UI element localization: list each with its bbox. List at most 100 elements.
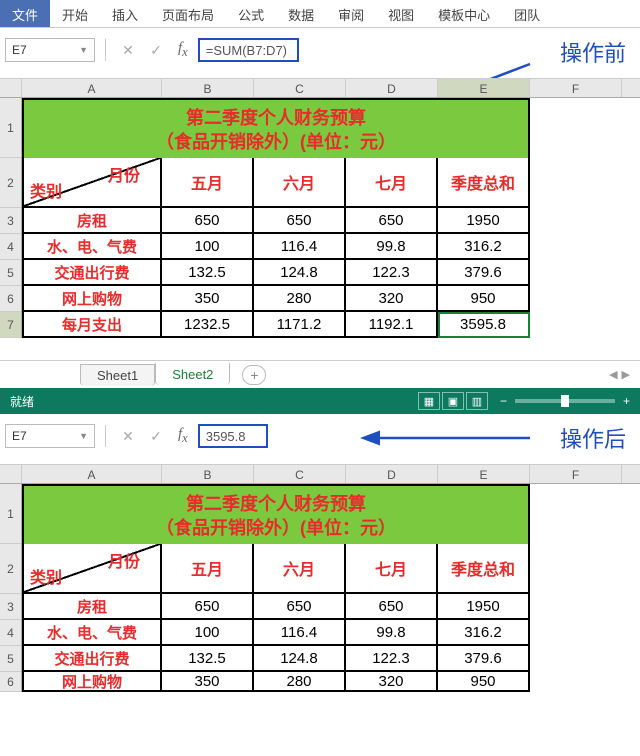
title-cell[interactable]: 第二季度个人财务预算 （食品开销除外）(单位：元） <box>22 98 530 158</box>
add-sheet-button[interactable]: + <box>242 365 266 385</box>
cell[interactable]: 320 <box>346 286 438 312</box>
col-header-d[interactable]: D <box>346 79 438 97</box>
row-header-6[interactable]: 6 <box>0 672 21 692</box>
cell[interactable]: 3595.8 <box>438 312 530 338</box>
fx-icon[interactable]: fx <box>172 426 194 446</box>
hdr-jun[interactable]: 六月 <box>254 158 346 208</box>
cell[interactable]: 379.6 <box>438 646 530 672</box>
tab-nav-next-icon[interactable]: ▶ <box>622 368 630 381</box>
row-label[interactable]: 房租 <box>22 208 162 234</box>
col-header-e[interactable]: E <box>438 79 530 97</box>
select-all-cell[interactable] <box>0 465 22 483</box>
zoom-slider[interactable] <box>515 399 615 403</box>
name-box[interactable]: E7 ▼ <box>5 38 95 62</box>
ribbon-tab-view[interactable]: 视图 <box>376 0 426 27</box>
chevron-down-icon[interactable]: ▼ <box>79 45 88 55</box>
cell[interactable]: 1171.2 <box>254 312 346 338</box>
hdr-may[interactable]: 五月 <box>162 544 254 594</box>
title-cell[interactable]: 第二季度个人财务预算 （食品开销除外）(单位：元） <box>22 484 530 544</box>
cell[interactable]: 124.8 <box>254 646 346 672</box>
cell[interactable]: 1192.1 <box>346 312 438 338</box>
cell[interactable]: 124.8 <box>254 260 346 286</box>
ribbon-tab-pagelayout[interactable]: 页面布局 <box>150 0 226 27</box>
col-header-d[interactable]: D <box>346 465 438 483</box>
row-label[interactable]: 每月支出 <box>22 312 162 338</box>
cancel-icon[interactable]: ✕ <box>116 39 140 61</box>
row-header-5[interactable]: 5 <box>0 646 21 672</box>
cell[interactable]: 122.3 <box>346 260 438 286</box>
chevron-down-icon[interactable]: ▼ <box>79 431 88 441</box>
row-header-5[interactable]: 5 <box>0 260 21 286</box>
view-break-icon[interactable]: ▥ <box>466 392 488 410</box>
row-label[interactable]: 交通出行费 <box>22 260 162 286</box>
select-all-cell[interactable] <box>0 79 22 97</box>
fx-icon[interactable]: fx <box>172 40 194 60</box>
row-label[interactable]: 水、电、气费 <box>22 620 162 646</box>
cell[interactable]: 379.6 <box>438 260 530 286</box>
col-header-c[interactable]: C <box>254 79 346 97</box>
cell[interactable]: 316.2 <box>438 620 530 646</box>
zoom-in-button[interactable]: + <box>623 394 630 408</box>
cell[interactable]: 650 <box>162 594 254 620</box>
ribbon-tab-formulas[interactable]: 公式 <box>226 0 276 27</box>
sheet-tab-2[interactable]: Sheet2 <box>155 362 230 385</box>
cell[interactable]: 316.2 <box>438 234 530 260</box>
cell[interactable]: 650 <box>162 208 254 234</box>
col-header-f[interactable]: F <box>530 465 622 483</box>
cell[interactable]: 132.5 <box>162 646 254 672</box>
zoom-out-button[interactable]: − <box>500 394 507 408</box>
cell[interactable]: 280 <box>254 286 346 312</box>
cell[interactable]: 350 <box>162 672 254 692</box>
cell[interactable]: 650 <box>346 208 438 234</box>
cell[interactable]: 100 <box>162 620 254 646</box>
cell[interactable]: 950 <box>438 672 530 692</box>
ribbon-tab-file[interactable]: 文件 <box>0 0 50 27</box>
row-header-6[interactable]: 6 <box>0 286 21 312</box>
cell[interactable]: 1950 <box>438 594 530 620</box>
hdr-total[interactable]: 季度总和 <box>438 544 530 594</box>
ribbon-tab-data[interactable]: 数据 <box>276 0 326 27</box>
hdr-jun[interactable]: 六月 <box>254 544 346 594</box>
row-header-4[interactable]: 4 <box>0 620 21 646</box>
cell[interactable]: 99.8 <box>346 234 438 260</box>
cell[interactable]: 132.5 <box>162 260 254 286</box>
hdr-may[interactable]: 五月 <box>162 158 254 208</box>
cell[interactable]: 100 <box>162 234 254 260</box>
row-header-3[interactable]: 3 <box>0 208 21 234</box>
row-header-7[interactable]: 7 <box>0 312 21 338</box>
cell[interactable]: 116.4 <box>254 234 346 260</box>
cell[interactable]: 99.8 <box>346 620 438 646</box>
cancel-icon[interactable]: ✕ <box>116 425 140 447</box>
ribbon-tab-review[interactable]: 审阅 <box>326 0 376 27</box>
cell[interactable]: 320 <box>346 672 438 692</box>
row-header-1[interactable]: 1 <box>0 484 21 544</box>
cell[interactable]: 1950 <box>438 208 530 234</box>
cells-area[interactable]: 第二季度个人财务预算 （食品开销除外）(单位：元） 月份 类别 五月 六月 七月… <box>22 98 640 338</box>
cell[interactable]: 122.3 <box>346 646 438 672</box>
name-box[interactable]: E7 ▼ <box>5 424 95 448</box>
col-header-b[interactable]: B <box>162 465 254 483</box>
cell[interactable]: 650 <box>254 208 346 234</box>
cell[interactable]: 650 <box>346 594 438 620</box>
ribbon-tab-templates[interactable]: 模板中心 <box>426 0 502 27</box>
col-header-a[interactable]: A <box>22 465 162 483</box>
row-label[interactable]: 交通出行费 <box>22 646 162 672</box>
tab-nav-prev-icon[interactable]: ◀ <box>609 368 617 381</box>
view-normal-icon[interactable]: ▦ <box>418 392 440 410</box>
cell[interactable]: 280 <box>254 672 346 692</box>
cell[interactable]: 116.4 <box>254 620 346 646</box>
cell[interactable]: 950 <box>438 286 530 312</box>
col-header-b[interactable]: B <box>162 79 254 97</box>
row-label[interactable]: 水、电、气费 <box>22 234 162 260</box>
hdr-jul[interactable]: 七月 <box>346 158 438 208</box>
row-header-1[interactable]: 1 <box>0 98 21 158</box>
row-header-2[interactable]: 2 <box>0 158 21 208</box>
sheet-tab-1[interactable]: Sheet1 <box>80 364 155 386</box>
row-label[interactable]: 房租 <box>22 594 162 620</box>
col-header-c[interactable]: C <box>254 465 346 483</box>
row-header-4[interactable]: 4 <box>0 234 21 260</box>
row-label[interactable]: 网上购物 <box>22 286 162 312</box>
formula-input[interactable]: =SUM(B7:D7) <box>198 38 299 62</box>
cell[interactable]: 650 <box>254 594 346 620</box>
check-icon[interactable]: ✓ <box>144 39 168 61</box>
